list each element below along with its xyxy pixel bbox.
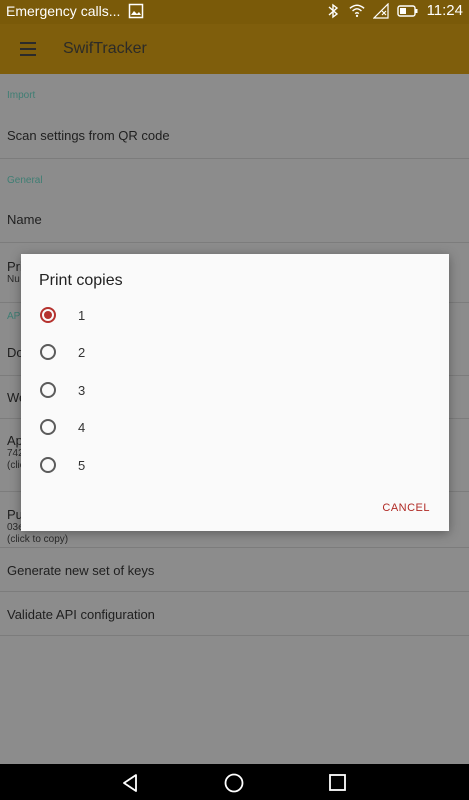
menu-icon[interactable]: [20, 42, 36, 56]
radio-button[interactable]: [40, 419, 56, 435]
battery-icon: [396, 3, 419, 19]
notification-text: Emergency calls...: [6, 3, 121, 19]
option-2[interactable]: 2: [40, 337, 340, 367]
option-label: 5: [78, 457, 86, 473]
section-header-import: Import: [7, 90, 36, 101]
setting-title: Scan settings from QR code: [7, 128, 170, 143]
option-5[interactable]: 5: [40, 450, 340, 480]
print-copies-dialog: Print copies 1 2 3 4 5 CANCEL: [21, 254, 449, 531]
setting-title: Validate API configuration: [7, 607, 155, 622]
setting-scan-qr[interactable]: Scan settings from QR code: [0, 114, 469, 159]
back-icon[interactable]: [120, 772, 142, 794]
setting-title: Generate new set of keys: [7, 563, 155, 578]
section-header-general: General: [7, 175, 43, 186]
home-icon[interactable]: [223, 772, 245, 794]
status-bar: Emergency calls... 11:24: [0, 0, 469, 24]
radio-button[interactable]: [40, 457, 56, 473]
app-bar: SwifTracker: [0, 24, 469, 74]
option-1[interactable]: 1: [40, 300, 340, 330]
status-time: 11:24: [426, 2, 463, 19]
setting-generate-keys[interactable]: Generate new set of keys: [0, 548, 469, 592]
signal-icon: [372, 2, 389, 19]
option-4[interactable]: 4: [40, 412, 340, 442]
cancel-button[interactable]: CANCEL: [382, 502, 430, 514]
option-3[interactable]: 3: [40, 375, 340, 405]
setting-validate-api[interactable]: Validate API configuration: [0, 592, 469, 636]
option-label: 3: [78, 382, 86, 398]
wifi-icon: [348, 3, 365, 19]
public-key-hint: (click to copy): [7, 534, 69, 545]
image-icon: [128, 3, 144, 19]
radio-button[interactable]: [40, 344, 56, 360]
setting-title: Name: [7, 212, 42, 227]
dialog-title: Print copies: [39, 272, 123, 289]
navigation-bar: [0, 764, 469, 800]
app-title: SwifTracker: [63, 40, 147, 57]
option-label: 1: [78, 307, 86, 323]
recents-icon[interactable]: [327, 772, 349, 794]
setting-name[interactable]: Name: [0, 200, 469, 243]
bluetooth-icon: [325, 3, 341, 19]
option-label: 2: [78, 344, 86, 360]
radio-button[interactable]: [40, 382, 56, 398]
radio-button-checked[interactable]: [40, 307, 56, 323]
option-label: 4: [78, 419, 86, 435]
